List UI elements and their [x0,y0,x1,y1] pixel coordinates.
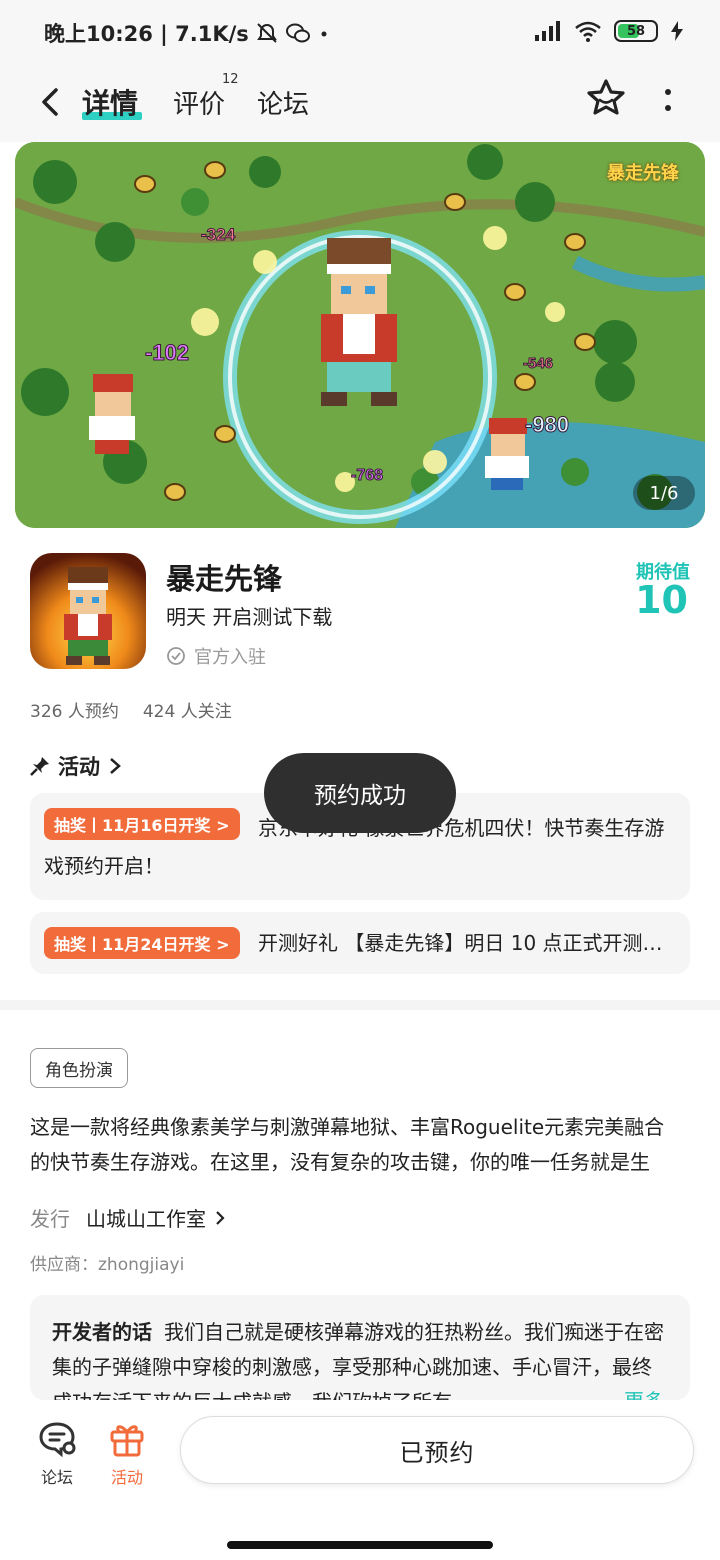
tab-reviews[interactable]: 评价 [173,84,225,121]
game-screenshot: -324 -102 -546 -980 -768 [15,142,705,528]
dot-icon [321,31,327,37]
developer-note-card[interactable]: 开发者的话 我们自己就是硬核弹幕游戏的狂热粉丝。我们痴迷于在密集的子弹缝隙中穿梭的… [30,1295,690,1400]
charging-icon [671,21,683,41]
test-schedule-text: 明天 开启测试下载 [166,605,333,629]
app-icon-image [30,553,146,669]
more-options-button[interactable] [656,80,680,120]
bottom-action-bar: 论坛 活动 已预约 [0,1400,720,1560]
follower-count: 424 人关注 [142,702,232,722]
forum-icon [39,1422,76,1458]
reservation-count: 326 人预约 [30,702,119,722]
top-nav: 详情 评价 12 论坛 [0,66,720,142]
back-arrow-icon [42,88,58,116]
home-indicator[interactable] [227,1541,493,1549]
more-dot-icon [665,89,671,95]
check-circle-icon [167,647,185,665]
toast-message: 预约成功 [264,753,456,833]
tab-details[interactable]: 详情 [82,82,138,122]
bottom-nav-forum-label: 论坛 [40,1468,73,1487]
mute-icon [256,23,277,43]
reviews-count-badge: 12 [222,72,239,87]
chevron-right-icon [216,1210,225,1225]
bottom-nav-activity-label: 活动 [110,1468,143,1487]
app-icon [30,553,146,669]
svg-text:-546: -546 [523,355,553,372]
svg-text:-980: -980 [525,412,569,437]
carousel-page-counter: 1/6 [633,476,695,510]
game-description[interactable]: 这是一款将经典像素美学与刺激弹幕地狱、丰富Roguelite元素完美融合的快节奏… [30,1110,680,1180]
tab-forum[interactable]: 论坛 [257,84,309,121]
publisher-label: 发行 [30,1207,70,1231]
publisher-name: 山城山工作室 [86,1207,206,1231]
activity-section-header[interactable]: 活动 [30,751,122,781]
app-stats: 326 人预约 424 人关注 [30,697,232,722]
activity-description: 开测好礼 【暴走先锋】明日 10 点正式开测，参与活动赢好礼 [258,931,674,955]
official-label: 官方入驻 [194,647,266,668]
chevron-right-icon [110,758,121,774]
back-button[interactable] [30,82,70,122]
status-time-speed: 晚上10:26 | 7.1K/s [44,22,249,46]
status-left: 晚上10:26 | 7.1K/s [44,18,331,48]
developer-note: 开发者的话 我们自己就是硬核弹幕游戏的狂热粉丝。我们痴迷于在密集的子弹缝隙中穿梭的… [52,1315,666,1400]
developer-note-title: 开发者的话 [52,1320,152,1344]
wechat-icon [285,23,310,43]
app-title: 暴走先锋 [166,562,283,596]
svg-text:-102: -102 [145,340,189,365]
activity-title: 活动 [58,755,100,779]
official-badge: 官方入驻 [166,643,266,669]
battery-level: 58 [626,23,646,39]
bottom-nav-activity[interactable]: 活动 [97,1420,157,1488]
expectation-value: 10 [635,578,688,622]
supplier-text: 供应商：zhongjiayi [30,1255,185,1275]
genre-tag[interactable]: 角色扮演 [30,1048,128,1088]
bottom-nav-forum[interactable]: 论坛 [27,1420,87,1488]
pin-icon [30,757,49,776]
gift-icon [110,1425,144,1457]
status-right: 58 [534,20,684,42]
screenshot-carousel[interactable]: -324 -102 -546 -980 -768 暴走先锋 1/6 [15,142,705,528]
game-logo-watermark: 暴走先锋 [607,164,679,184]
reserved-button[interactable]: 已预约 [180,1416,694,1484]
game-logo-text: 暴走先锋 [607,163,679,184]
svg-text:-768: -768 [351,467,383,484]
section-divider [0,1000,720,1010]
activity-card[interactable]: 抽奖丨11月24日开奖 > 开测好礼 【暴走先锋】明日 10 点正式开测，参与活… [30,912,690,974]
more-dot-icon [665,105,671,111]
publisher-link[interactable]: 山城山工作室 [86,1203,226,1232]
battery-indicator: 58 [614,20,658,42]
wifi-icon [575,21,601,42]
status-bar: 晚上10:26 | 7.1K/s 58 [0,0,720,66]
favorite-button[interactable] [584,76,628,120]
star-icon [587,79,625,115]
more-link[interactable]: 更多 [624,1385,664,1400]
publisher-row[interactable]: 发行 山城山工作室 [30,1203,226,1232]
svg-text:-324: -324 [201,225,236,244]
signal-icon [535,21,560,41]
